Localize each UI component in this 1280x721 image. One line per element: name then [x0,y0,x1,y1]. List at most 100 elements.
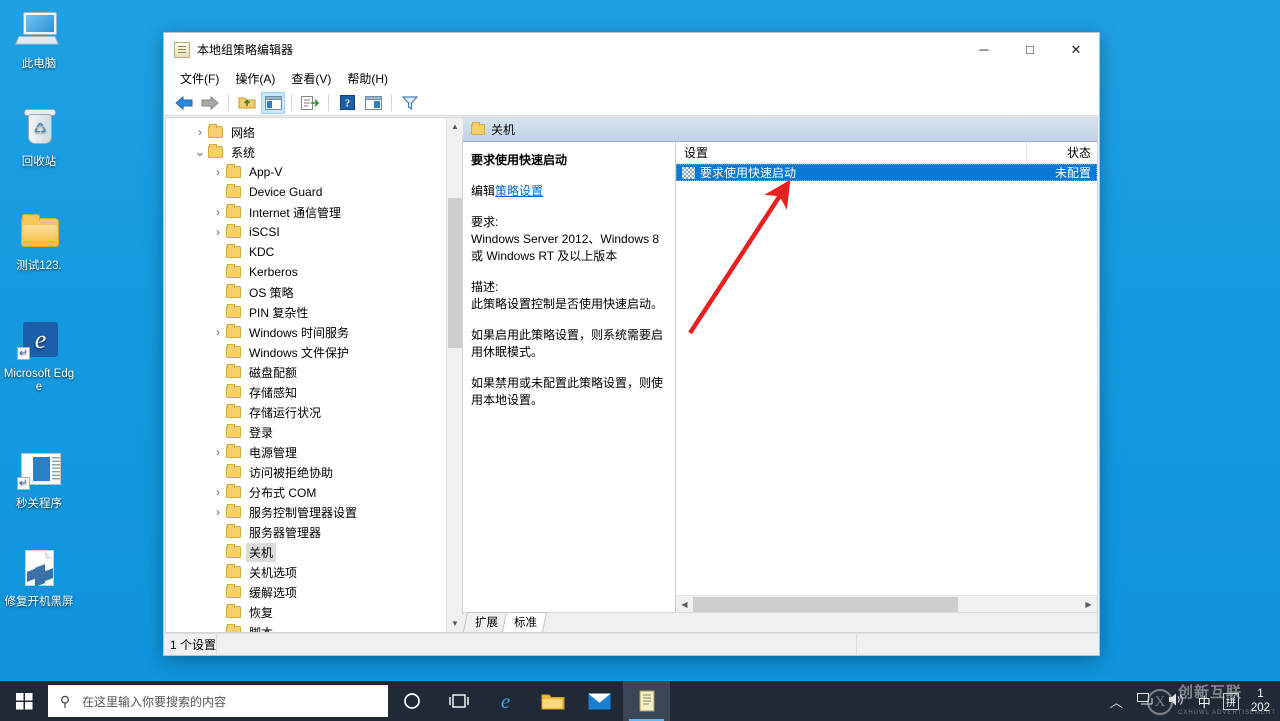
tree-node[interactable]: 缓解选项 [166,582,446,602]
scroll-up-icon[interactable]: ▲ [447,118,463,135]
tree-node-label: PIN 复杂性 [246,303,311,322]
network-icon[interactable] [1130,692,1161,710]
console-tree[interactable]: ›网络⌄系统›App-V Device Guard ›Internet 通信管理›i… [166,118,446,632]
chevron-down-icon[interactable]: ⌄ [192,149,208,155]
taskbar: ⚲ 在这里输入你要搜索的内容 e ︿ 中 [0,681,1280,721]
ime-mode-indicator[interactable]: 中 [1192,692,1217,711]
view-tab[interactable]: 标准 [502,612,547,632]
desktop-icon-edge[interactable]: e↵ Microsoft Edge [2,320,76,394]
task-view-icon[interactable] [435,681,482,721]
taskbar-mail-icon[interactable] [576,681,623,721]
tree-node-label: Device Guard [246,184,325,200]
tree-node[interactable]: Device Guard [166,182,446,202]
cortana-icon[interactable] [388,681,435,721]
up-folder-icon[interactable] [235,92,259,114]
tree-vertical-scrollbar[interactable]: ▲ ▼ [446,118,462,632]
tree-node[interactable]: 磁盘配额 [166,362,446,382]
column-header-state[interactable]: 状态 [1027,142,1097,163]
menu-view[interactable]: 查看(V) [283,68,339,89]
tree-node[interactable]: ›服务控制管理器设置 [166,502,446,522]
new-window-icon[interactable] [361,92,385,114]
chevron-right-icon[interactable]: › [210,485,226,499]
chevron-right-icon[interactable]: › [210,445,226,459]
chevron-right-icon[interactable]: › [210,165,226,179]
folder-icon [226,566,241,578]
start-button[interactable] [0,681,48,721]
taskbar-edge-icon[interactable]: e [482,681,529,721]
desktop-icon-computer[interactable]: 此电脑 [2,10,76,71]
tree-node[interactable]: 脚本 [166,622,446,632]
tree-node[interactable]: OS 策略 [166,282,446,302]
tree-node[interactable]: 关机 [166,542,446,562]
folder-icon [226,486,241,498]
chevron-right-icon[interactable]: › [210,325,226,339]
forward-arrow-icon[interactable] [198,92,222,114]
result-pane: 关机 要求使用快速启动 编辑策略设置 要求: Windows Server 20… [462,117,1098,633]
desktop-icon-quick-shutdown[interactable]: ↵ 秒关程序 [2,450,76,511]
tree-node[interactable]: ›iSCSI [166,222,446,242]
chevron-right-icon[interactable]: › [210,205,226,219]
ime-pinyin-indicator[interactable]: 拼 [1223,693,1239,710]
tree-node[interactable]: Kerberos [166,262,446,282]
list-horizontal-scrollbar[interactable]: ◀ ▶ [676,595,1097,612]
menu-file[interactable]: 文件(F) [172,68,227,89]
scroll-thumb[interactable] [448,198,462,348]
tree-node[interactable]: KDC [166,242,446,262]
taskbar-clock[interactable]: 1 202 [1245,687,1280,715]
tree-node[interactable]: PIN 复杂性 [166,302,446,322]
view-tab-label: 标准 [514,614,537,630]
filter-funnel-icon[interactable] [398,92,422,114]
volume-icon[interactable] [1161,692,1192,710]
tree-node[interactable]: › 分布式 COM [166,482,446,502]
tree-node[interactable]: 关机选项 [166,562,446,582]
search-input[interactable]: ⚲ 在这里输入你要搜索的内容 [48,685,388,717]
show-hide-tree-icon[interactable] [261,92,285,114]
menu-bar: 文件(F) 操作(A) 查看(V) 帮助(H) [164,66,1099,90]
chevron-right-icon[interactable]: › [192,125,208,139]
column-header-setting[interactable]: 设置 [676,142,1027,163]
chevron-right-icon[interactable]: › [210,505,226,519]
maximize-button[interactable]: □ [1007,34,1053,66]
tree-node[interactable]: 存储感知 [166,382,446,402]
tree-node[interactable]: Windows 文件保护 [166,342,446,362]
tree-node[interactable]: ›Internet 通信管理 [166,202,446,222]
taskbar-file-explorer-icon[interactable] [529,681,576,721]
close-button[interactable]: ✕ [1053,34,1099,66]
tree-node[interactable]: 恢复 [166,602,446,622]
help-question-icon[interactable]: ? [335,92,359,114]
desktop-icon-test123[interactable]: 测试123. [2,212,76,273]
tree-node[interactable]: ⌄系统 [166,142,446,162]
chevron-right-icon[interactable]: › [210,225,226,239]
hscroll-track[interactable] [693,597,1080,612]
menu-action[interactable]: 操作(A) [227,68,283,89]
desktop-icon-recycle-bin[interactable]: ♺ 回收站 [2,108,76,169]
view-tabs[interactable]: 扩展标准 [463,612,1097,632]
export-list-icon[interactable] [298,92,322,114]
tree-node[interactable]: ›App-V [166,162,446,182]
desktop-icon-fix-blackscreen[interactable]: 修复开机黑屏 [2,548,76,609]
status-bar: 1 个设置 [164,633,1099,655]
settings-list[interactable]: 要求使用快速启动未配置 [676,164,1097,595]
tree-node[interactable]: ›电源管理 [166,442,446,462]
tree-node[interactable]: 访问被拒绝协助 [166,462,446,482]
minimize-button[interactable]: ─ [961,34,1007,66]
scroll-left-icon[interactable]: ◀ [676,600,693,609]
tree-node[interactable]: ›Windows 时间服务 [166,322,446,342]
scroll-down-icon[interactable]: ▼ [447,615,463,632]
tray-chevron-icon[interactable]: ︿ [1103,692,1130,711]
desktop-icon-label: 秒关程序 [2,498,76,511]
status-text: 1 个设置 [170,636,216,653]
tree-node[interactable]: 服务器管理器 [166,522,446,542]
tree-node-label: 分布式 COM [246,483,319,502]
tree-node[interactable]: 登录 [166,422,446,442]
menu-help[interactable]: 帮助(H) [339,68,396,89]
edit-policy-link[interactable]: 策略设置 [495,184,543,198]
back-arrow-icon[interactable] [172,92,196,114]
taskbar-gpedit-icon[interactable] [623,681,670,721]
settings-list-row[interactable]: 要求使用快速启动未配置 [676,164,1097,181]
tree-node[interactable]: 存储运行状况 [166,402,446,422]
hscroll-thumb[interactable] [693,597,958,612]
tree-node[interactable]: ›网络 [166,122,446,142]
scroll-right-icon[interactable]: ▶ [1080,600,1097,609]
window-titlebar[interactable]: 本地组策略编辑器 ─ □ ✕ [164,33,1099,66]
